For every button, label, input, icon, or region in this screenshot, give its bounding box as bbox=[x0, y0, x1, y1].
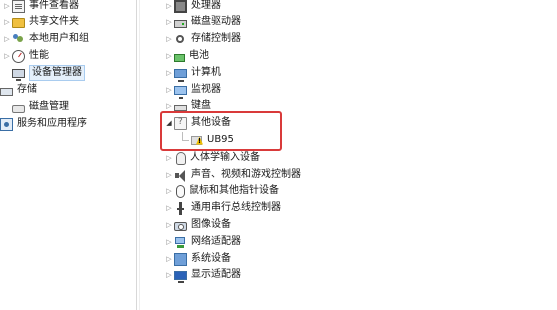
highlight-annotation-box bbox=[160, 111, 282, 151]
device-category-label: 监视器 bbox=[191, 84, 221, 95]
tree-item-label: 本地用户和组 bbox=[29, 33, 89, 44]
expand-arrow-icon[interactable]: ▷ bbox=[164, 238, 174, 246]
expand-arrow-icon[interactable]: ▷ bbox=[2, 2, 12, 10]
tree-item-label: 设备管理器 bbox=[29, 65, 85, 81]
tree-item-storage[interactable]: 存储 bbox=[0, 82, 37, 98]
tree-item-services-apps[interactable]: 服务和应用程序 bbox=[0, 116, 87, 132]
imaging-icon bbox=[174, 221, 187, 231]
device-category-label: 磁盘驱动器 bbox=[191, 16, 241, 27]
tree-item-label: 磁盘管理 bbox=[29, 101, 69, 112]
tree-item-device-manager[interactable]: 设备管理器 bbox=[12, 65, 85, 81]
device-category-network[interactable]: ▷ 网络适配器 bbox=[164, 234, 241, 250]
device-category-monitors[interactable]: ▷ 监视器 bbox=[164, 82, 221, 99]
device-category-label: 人体学输入设备 bbox=[190, 152, 260, 163]
tree-item-label: 共享文件夹 bbox=[29, 16, 79, 27]
display-adapter-icon bbox=[174, 271, 187, 283]
expand-arrow-icon[interactable]: ▷ bbox=[164, 271, 174, 279]
device-category-hid[interactable]: ▷ 人体学输入设备 bbox=[164, 150, 260, 166]
mouse-icon bbox=[176, 184, 185, 198]
device-category-label: 显示适配器 bbox=[191, 269, 241, 280]
tree-item-label: 服务和应用程序 bbox=[17, 118, 87, 129]
expand-arrow-icon[interactable]: ▷ bbox=[2, 18, 12, 26]
device-category-label: 通用串行总线控制器 bbox=[191, 202, 281, 213]
network-icon bbox=[174, 236, 187, 249]
storage-icon bbox=[0, 87, 13, 96]
processor-icon bbox=[174, 0, 187, 13]
battery-icon bbox=[174, 53, 185, 62]
device-category-disk-drives[interactable]: ▷ 磁盘驱动器 bbox=[164, 14, 241, 30]
tree-item-local-users[interactable]: ▷ 本地用户和组 bbox=[2, 31, 89, 47]
pane-divider-shadow bbox=[139, 0, 140, 310]
device-category-label: 电池 bbox=[189, 50, 209, 61]
expand-arrow-icon[interactable]: ▷ bbox=[2, 52, 12, 60]
tree-item-shared-folders[interactable]: ▷ 共享文件夹 bbox=[2, 14, 79, 30]
device-category-system[interactable]: ▷ 系统设备 bbox=[164, 251, 231, 267]
system-icon bbox=[174, 252, 187, 266]
expand-arrow-icon[interactable]: ▷ bbox=[164, 18, 174, 26]
expand-arrow-icon[interactable]: ▷ bbox=[164, 187, 174, 195]
monitor-icon bbox=[174, 85, 187, 99]
services-icon bbox=[0, 117, 13, 131]
device-category-label: 图像设备 bbox=[191, 219, 231, 230]
device-category-label: 存储控制器 bbox=[191, 33, 241, 44]
expand-arrow-icon[interactable]: ▷ bbox=[164, 69, 174, 77]
device-category-battery[interactable]: ▷ 电池 bbox=[164, 48, 209, 64]
performance-icon bbox=[12, 49, 25, 63]
users-icon bbox=[12, 33, 25, 46]
device-category-processor[interactable]: ▷ 处理器 bbox=[164, 0, 221, 14]
device-category-storage-controllers[interactable]: ▷ 存储控制器 bbox=[164, 31, 241, 47]
expand-arrow-icon[interactable]: ▷ bbox=[164, 52, 174, 60]
device-category-label: 处理器 bbox=[191, 0, 221, 11]
tree-item-label: 事件查看器 bbox=[29, 0, 79, 11]
tree-item-event-viewer[interactable]: ▷ 事件查看器 bbox=[2, 0, 79, 14]
pane-divider[interactable] bbox=[136, 0, 137, 310]
expand-arrow-icon[interactable]: ▷ bbox=[2, 35, 12, 43]
expand-arrow-icon[interactable]: ▷ bbox=[164, 102, 174, 110]
expand-arrow-icon[interactable]: ▷ bbox=[164, 2, 174, 10]
event-viewer-icon bbox=[12, 0, 25, 13]
expand-arrow-icon[interactable]: ▷ bbox=[164, 255, 174, 263]
expand-arrow-icon[interactable]: ▷ bbox=[164, 204, 174, 212]
console-tree-pane: ▷ 事件查看器 ▷ 共享文件夹 ▷ 本地用户和组 ▷ 性能 设备管理器 存储 磁… bbox=[0, 0, 136, 310]
usb-icon bbox=[174, 201, 187, 215]
hid-icon bbox=[176, 151, 186, 165]
tree-item-label: 性能 bbox=[29, 50, 49, 61]
tree-item-disk-management[interactable]: 磁盘管理 bbox=[12, 99, 69, 115]
disk-drive-icon bbox=[174, 19, 187, 28]
expand-arrow-icon[interactable]: ▷ bbox=[164, 154, 174, 162]
tree-item-label: 存储 bbox=[17, 84, 37, 95]
device-category-display-adapters[interactable]: ▷ 显示适配器 bbox=[164, 267, 241, 283]
computer-icon bbox=[174, 68, 187, 82]
device-category-computer[interactable]: ▷ 计算机 bbox=[164, 65, 221, 82]
tree-item-performance[interactable]: ▷ 性能 bbox=[2, 48, 49, 64]
storage-controller-icon bbox=[174, 33, 187, 46]
expand-arrow-icon[interactable]: ▷ bbox=[164, 221, 174, 229]
expand-arrow-icon[interactable]: ▷ bbox=[164, 86, 174, 94]
device-category-usb[interactable]: ▷ 通用串行总线控制器 bbox=[164, 200, 281, 216]
device-category-label: 声音、视频和游戏控制器 bbox=[191, 169, 301, 180]
disk-icon bbox=[12, 104, 25, 113]
expand-arrow-icon[interactable]: ▷ bbox=[164, 35, 174, 43]
folder-icon bbox=[12, 18, 25, 28]
device-category-imaging[interactable]: ▷ 图像设备 bbox=[164, 217, 231, 233]
device-category-label: 系统设备 bbox=[191, 253, 231, 264]
device-category-sound[interactable]: ▷ 声音、视频和游戏控制器 bbox=[164, 167, 301, 183]
device-category-label: 计算机 bbox=[191, 67, 221, 78]
device-category-label: 鼠标和其他指针设备 bbox=[189, 185, 279, 196]
device-manager-icon bbox=[12, 69, 25, 81]
device-category-mice[interactable]: ▷ 鼠标和其他指针设备 bbox=[164, 183, 279, 199]
device-category-label: 网络适配器 bbox=[191, 236, 241, 247]
sound-icon bbox=[174, 169, 187, 182]
expand-arrow-icon[interactable]: ▷ bbox=[164, 171, 174, 179]
